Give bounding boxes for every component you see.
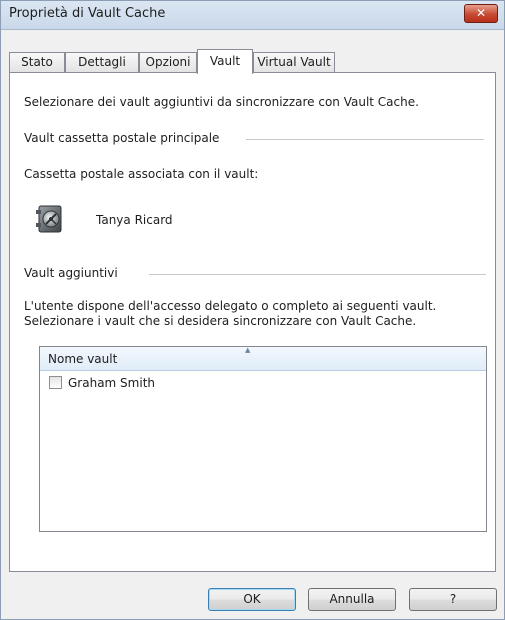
help-button[interactable]: ? (409, 588, 497, 611)
additional-vaults-group-title: Vault aggiuntivi (24, 266, 118, 280)
vault-safe-icon (36, 205, 62, 233)
tab-opzioni[interactable]: Opzioni (139, 52, 197, 72)
sort-ascending-icon: ▲ (245, 346, 251, 354)
primary-group-divider (246, 139, 484, 140)
tab-virtual-vault[interactable]: Virtual Vault (253, 52, 335, 72)
primary-vault-group-title: Vault cassetta postale principale (24, 131, 220, 145)
tab-dettagli[interactable]: Dettagli (65, 52, 139, 72)
access-text-line1: L'utente dispone dell'accesso delegato o… (24, 299, 437, 313)
additional-group-divider (149, 274, 486, 275)
vault-tab-panel: Selezionare dei vault aggiuntivi da sinc… (9, 72, 496, 572)
cancel-button[interactable]: Annulla (308, 588, 396, 611)
primary-vault-owner: Tanya Ricard (96, 213, 173, 227)
properties-dialog: Proprietà di Vault Cache ✕ Stato Dettagl… (0, 0, 505, 620)
dialog-button-bar: OK Annulla ? (1, 577, 504, 619)
title-bar: Proprietà di Vault Cache ✕ (1, 1, 504, 30)
column-header-nome-vault[interactable]: Nome vault ▲ (40, 346, 486, 371)
ok-button[interactable]: OK (208, 588, 296, 611)
intro-text: Selezionare dei vault aggiuntivi da sinc… (24, 95, 419, 109)
access-text-line2: Selezionare i vault che si desidera sinc… (24, 314, 417, 328)
associated-mailbox-label: Cassetta postale associata con il vault: (24, 167, 259, 181)
column-header-label: Nome vault (48, 352, 118, 366)
vault-checkbox[interactable] (49, 376, 62, 389)
window-title: Proprietà di Vault Cache (9, 6, 166, 21)
tab-stato[interactable]: Stato (9, 52, 65, 72)
close-button[interactable]: ✕ (464, 4, 498, 23)
list-item-label: Graham Smith (68, 376, 155, 390)
vault-listbox[interactable]: Nome vault ▲ Graham Smith (39, 346, 487, 532)
list-item[interactable]: Graham Smith (40, 373, 486, 393)
tab-vault[interactable]: Vault (197, 49, 253, 74)
